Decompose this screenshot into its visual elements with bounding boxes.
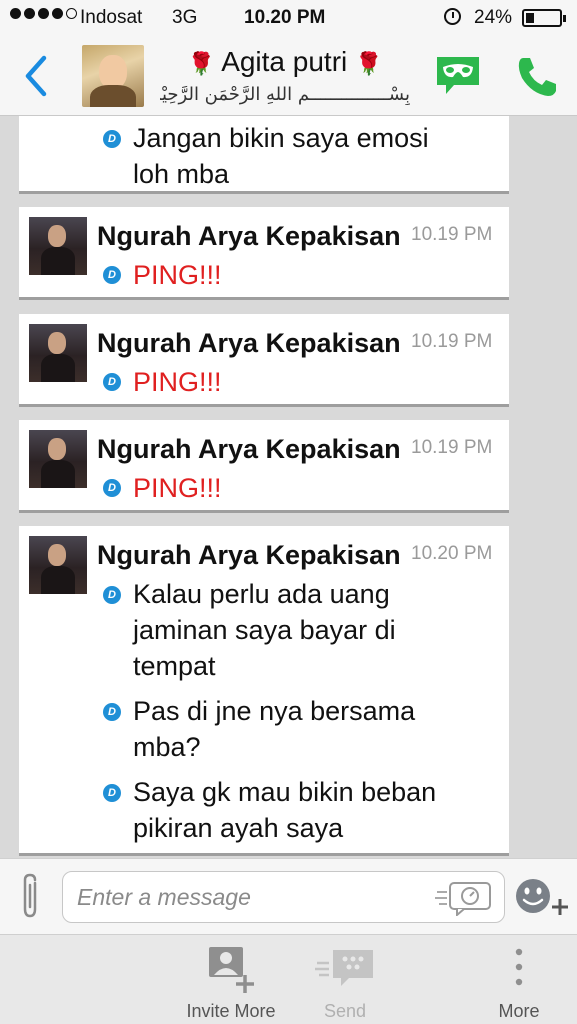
message-card: Ngurah Arya Kepakisan 10.19 PM D PING!!!: [19, 314, 509, 407]
send-button[interactable]: Send: [300, 935, 390, 1024]
message-text[interactable]: Jangan bikin saya emosi loh mba: [103, 120, 453, 192]
contact-avatar[interactable]: [82, 45, 144, 107]
message-card: Ngurah Arya Kepakisan 10.19 PM D PING!!!: [19, 207, 509, 300]
rose-icon: 🌹: [187, 51, 215, 76]
sender-name: Ngurah Arya Kepakisan: [97, 540, 401, 570]
contact-name-text: Agita putri: [221, 46, 348, 77]
paperclip-icon[interactable]: [18, 871, 44, 921]
message-card: Ngurah Arya Kepakisan 10.20 PM D Kalau p…: [19, 526, 509, 856]
message-input[interactable]: [77, 880, 417, 914]
sender-name: Ngurah Arya Kepakisan: [97, 221, 401, 251]
invite-more-label: Invite More: [186, 1001, 276, 1021]
message-time: 10.20 PM: [411, 543, 493, 564]
contact-name[interactable]: 🌹 Agita putri 🌹: [150, 46, 420, 78]
bbm-send-icon: [315, 950, 373, 986]
sender-avatar[interactable]: [29, 324, 87, 382]
sender-avatar[interactable]: [29, 217, 87, 275]
network-type: 3G: [172, 7, 198, 28]
more-button[interactable]: More: [486, 935, 552, 1024]
message-composer: [0, 858, 577, 934]
message-list[interactable]: D Jangan bikin saya emosi loh mba Ngurah…: [0, 116, 577, 858]
alarm-icon: [444, 8, 461, 25]
chevron-left-icon[interactable]: [22, 54, 52, 98]
phone-icon[interactable]: [514, 54, 560, 100]
ping-message[interactable]: PING!!!: [103, 364, 453, 400]
message-time: 10.19 PM: [411, 224, 493, 245]
status-time: 10.20 PM: [244, 7, 326, 28]
rose-icon: 🌹: [355, 51, 383, 76]
voice-note-icon[interactable]: [433, 880, 493, 916]
message-input-box[interactable]: [62, 871, 505, 923]
vertical-dots-icon: [515, 948, 523, 986]
sender-name: Ngurah Arya Kepakisan: [97, 328, 401, 358]
ping-message[interactable]: PING!!!: [103, 470, 453, 506]
status-bar: Indosat 3G 10.20 PM 24%: [0, 0, 577, 36]
sender-avatar[interactable]: [29, 536, 87, 594]
sender-name: Ngurah Arya Kepakisan: [97, 434, 401, 464]
invite-more-button[interactable]: Invite More: [175, 935, 287, 1024]
invite-contact-icon: [209, 947, 254, 993]
message-text[interactable]: Kalau perlu ada uang jaminan saya bayar …: [103, 576, 453, 684]
message-time: 10.19 PM: [411, 331, 493, 352]
message-card: Ngurah Arya Kepakisan 10.19 PM D PING!!!: [19, 420, 509, 513]
message-text[interactable]: Saya gk mau bikin beban pikiran ayah say…: [103, 774, 453, 846]
send-label: Send: [323, 1001, 367, 1021]
signal-strength-icon: [10, 8, 77, 19]
ping-message[interactable]: PING!!!: [103, 257, 453, 293]
emoji-add-icon[interactable]: [514, 877, 570, 917]
chat-header: Indosat 3G 10.20 PM 24% 🌹 Agita putri 🌹 …: [0, 0, 577, 116]
battery-percent: 24%: [474, 7, 513, 28]
mask-chat-icon[interactable]: [434, 54, 482, 96]
more-label: More: [498, 1001, 540, 1021]
battery-icon: [522, 9, 566, 27]
message-text[interactable]: Pas di jne nya bersama mba?: [103, 693, 453, 765]
message-card: D Jangan bikin saya emosi loh mba: [19, 116, 509, 194]
sender-avatar[interactable]: [29, 430, 87, 488]
message-time: 10.19 PM: [411, 437, 493, 458]
carrier-name: Indosat: [80, 7, 143, 28]
bottom-toolbar: Invite More Send More: [0, 934, 577, 1024]
contact-status-message: بِسْـــــــــــــــمِ اللهِ الرَّحْمَنِ …: [160, 84, 410, 105]
